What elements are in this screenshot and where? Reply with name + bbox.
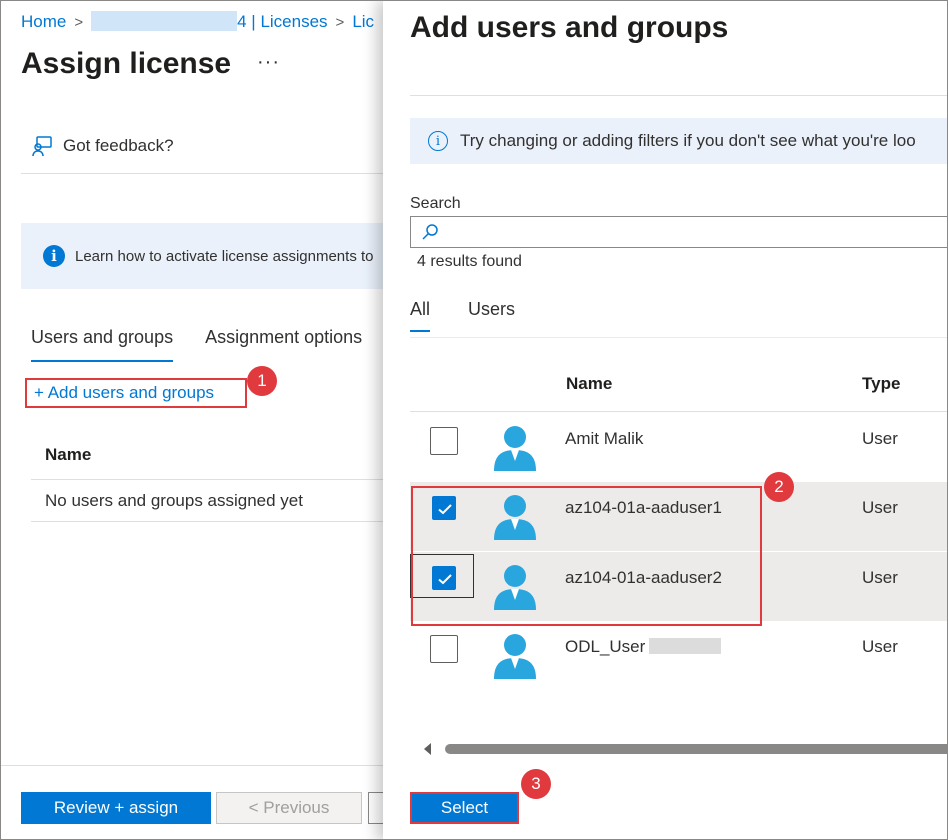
redacted-name-suffix xyxy=(649,638,722,654)
name-column-header: Name xyxy=(45,445,92,464)
previous-button[interactable]: < Previous xyxy=(216,792,362,824)
row-type: User xyxy=(862,429,898,448)
breadcrumb: Home >4 | Licenses > Lic xyxy=(21,11,374,32)
row-type: User xyxy=(862,568,898,587)
select-button[interactable]: Select xyxy=(410,792,519,824)
redacted-org-name xyxy=(91,11,238,31)
horizontal-scrollbar[interactable] xyxy=(410,741,947,757)
info-banner-text: Learn how to activate license assignment… xyxy=(75,247,374,265)
divider xyxy=(31,479,391,480)
search-label: Search xyxy=(410,195,461,212)
blade-tabs: Users and groups Assignment options xyxy=(31,327,362,362)
filter-info-text: Try changing or adding filters if you do… xyxy=(460,131,916,150)
panel-title: Add users and groups xyxy=(410,11,729,44)
row-type: User xyxy=(862,637,898,656)
scroll-left-icon[interactable] xyxy=(424,743,431,755)
tab-all[interactable]: All xyxy=(410,299,431,332)
row-name: ODL_User xyxy=(565,637,722,657)
type-column-header: Type xyxy=(862,374,901,393)
row-name-text: ODL_User xyxy=(565,637,646,656)
tab-assignment-options[interactable]: Assignment options xyxy=(205,327,362,362)
name-column-header: Name xyxy=(566,374,613,393)
user-avatar-icon xyxy=(494,426,536,471)
annotation-highlight-2 xyxy=(411,486,762,626)
row-name: Amit Malik xyxy=(565,429,644,448)
feedback-label: Got feedback? xyxy=(63,136,174,155)
filter-info-banner: i Try changing or adding filters if you … xyxy=(410,118,947,164)
chevron-right-icon: > xyxy=(335,14,345,31)
panel-tabs: All Users xyxy=(410,299,515,332)
divider xyxy=(31,521,391,522)
table-row[interactable]: ODL_User User xyxy=(410,621,947,690)
annotation-badge-1: 1 xyxy=(247,366,277,396)
add-users-panel: Add users and groups i Try changing or a… xyxy=(383,1,947,839)
info-icon: i xyxy=(43,245,65,267)
feedback-icon xyxy=(32,136,52,157)
row-type: User xyxy=(862,498,898,517)
scrollbar-thumb[interactable] xyxy=(445,744,947,754)
tabs-divider xyxy=(410,337,947,338)
row-checkbox[interactable] xyxy=(430,635,458,663)
info-icon: i xyxy=(428,131,448,151)
table-row[interactable]: Amit Malik User xyxy=(410,413,947,482)
results-count: 4 results found xyxy=(417,253,522,270)
feedback-link[interactable]: Got feedback? xyxy=(31,135,174,157)
add-users-and-groups-link[interactable]: + Add users and groups xyxy=(25,378,247,408)
annotation-badge-3: 3 xyxy=(521,769,551,799)
divider xyxy=(21,173,391,174)
more-options-icon[interactable]: ··· xyxy=(257,51,280,74)
user-avatar-icon xyxy=(494,634,536,679)
breadcrumb-licenses[interactable]: 4 | Licenses xyxy=(237,12,327,31)
breadcrumb-next[interactable]: Lic xyxy=(352,12,374,31)
tab-users-and-groups[interactable]: Users and groups xyxy=(31,327,174,362)
row-checkbox[interactable] xyxy=(430,427,458,455)
search-icon xyxy=(422,224,438,240)
review-assign-button[interactable]: Review + assign xyxy=(21,792,211,824)
search-input[interactable] xyxy=(410,216,947,248)
annotation-badge-2: 2 xyxy=(764,472,794,502)
assign-license-blade: Home >4 | Licenses > Lic Assign license ···… xyxy=(1,1,391,839)
empty-state-text: No users and groups assigned yet xyxy=(45,491,303,510)
tab-users[interactable]: Users xyxy=(468,299,515,332)
page-title: Assign license xyxy=(21,47,232,80)
info-banner: i Learn how to activate license assignme… xyxy=(21,223,391,289)
breadcrumb-home[interactable]: Home xyxy=(21,12,66,31)
window: Home >4 | Licenses > Lic Assign license ···… xyxy=(0,0,948,840)
divider xyxy=(410,95,947,96)
chevron-right-icon: > xyxy=(74,14,84,31)
header-divider xyxy=(410,411,947,412)
